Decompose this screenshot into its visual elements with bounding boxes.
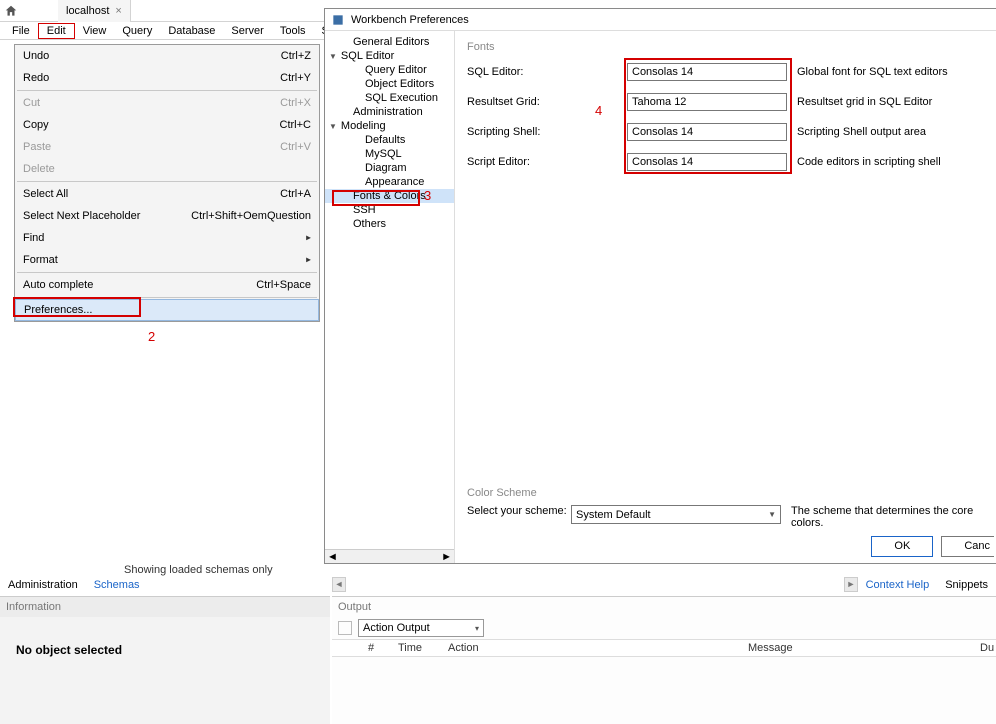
- menu-item-copy[interactable]: CopyCtrl+C: [15, 114, 319, 136]
- col-time: Time: [390, 642, 440, 654]
- output-title: Output: [332, 597, 996, 617]
- font-input[interactable]: [627, 93, 787, 111]
- font-label: Scripting Shell:: [467, 126, 627, 138]
- annotation-4: 4: [595, 103, 602, 118]
- annotation-2: 2: [148, 329, 155, 344]
- font-row: Resultset Grid: Resultset grid in SQL Edi…: [467, 87, 992, 117]
- panel-scroll-left-icon[interactable]: ◄: [332, 577, 346, 592]
- menu-server[interactable]: Server: [223, 24, 271, 38]
- menu-item-select-next-placeholder[interactable]: Select Next PlaceholderCtrl+Shift+OemQue…: [15, 205, 319, 227]
- menu-tools[interactable]: Tools: [272, 24, 314, 38]
- tab-schemas[interactable]: Schemas: [86, 577, 148, 593]
- app-icon: [331, 13, 345, 27]
- font-desc: Global font for SQL text editors: [797, 66, 948, 78]
- tree-item-general-editors[interactable]: General Editors: [325, 35, 454, 49]
- color-scheme-desc: The scheme that determines the core colo…: [791, 505, 981, 529]
- preferences-dialog: Workbench Preferences General EditorsSQL…: [324, 8, 996, 564]
- font-label: SQL Editor:: [467, 66, 627, 78]
- preferences-tree[interactable]: General EditorsSQL EditorQuery EditorObj…: [325, 31, 455, 563]
- font-input[interactable]: [627, 63, 787, 81]
- tree-item-defaults[interactable]: Defaults: [325, 133, 454, 147]
- edit-dropdown-menu: UndoCtrl+ZRedoCtrl+YCutCtrl+XCopyCtrl+CP…: [14, 44, 320, 322]
- tree-item-query-editor[interactable]: Query Editor: [325, 63, 454, 77]
- tree-item-administration[interactable]: Administration: [325, 105, 454, 119]
- tree-item-diagram[interactable]: Diagram: [325, 161, 454, 175]
- tree-item-modeling[interactable]: Modeling: [325, 119, 454, 133]
- output-type-value: Action Output: [363, 622, 430, 634]
- panel-scroll-right-icon[interactable]: ►: [844, 577, 858, 592]
- font-input[interactable]: [627, 153, 787, 171]
- tree-item-appearance[interactable]: Appearance: [325, 175, 454, 189]
- col-index: #: [360, 642, 390, 654]
- tree-item-sql-execution[interactable]: SQL Execution: [325, 91, 454, 105]
- font-input[interactable]: [627, 123, 787, 141]
- tree-item-fonts-colors[interactable]: Fonts & Colors: [325, 189, 454, 203]
- menu-item-cut[interactable]: CutCtrl+X: [15, 92, 319, 114]
- information-title: Information: [0, 597, 330, 617]
- menu-item-format[interactable]: Format: [15, 249, 319, 271]
- color-scheme-prompt: Select your scheme:: [467, 505, 571, 517]
- col-action: Action: [440, 642, 740, 654]
- menu-item-delete[interactable]: Delete: [15, 158, 319, 180]
- menu-view[interactable]: View: [75, 24, 115, 38]
- tree-item-others[interactable]: Others: [325, 217, 454, 231]
- menu-database[interactable]: Database: [160, 24, 223, 38]
- annotation-3: 3: [424, 188, 431, 203]
- tab-administration[interactable]: Administration: [0, 577, 86, 593]
- tree-item-ssh[interactable]: SSH: [325, 203, 454, 217]
- information-panel: Information No object selected: [0, 596, 330, 724]
- chevron-down-icon: ▼: [768, 510, 776, 519]
- color-scheme-select[interactable]: System Default ▼: [571, 505, 781, 524]
- menu-edit[interactable]: Edit: [38, 23, 75, 39]
- menu-item-undo[interactable]: UndoCtrl+Z: [15, 45, 319, 67]
- preferences-right-pane: Fonts SQL Editor: Global font for SQL tex…: [455, 31, 996, 563]
- tree-item-mysql[interactable]: MySQL: [325, 147, 454, 161]
- tree-item-sql-editor[interactable]: SQL Editor: [325, 49, 454, 63]
- home-icon[interactable]: [0, 0, 22, 22]
- close-icon[interactable]: ×: [115, 5, 121, 17]
- menu-item-redo[interactable]: RedoCtrl+Y: [15, 67, 319, 89]
- col-message: Message: [740, 642, 972, 654]
- left-panel-tabs: Administration Schemas: [0, 577, 148, 593]
- dialog-titlebar: Workbench Preferences: [325, 9, 996, 31]
- cancel-button[interactable]: Canc: [941, 536, 994, 557]
- right-panel-tabs: Context Help Snippets: [858, 577, 996, 593]
- font-row: Script Editor: Code editors in scripting …: [467, 147, 992, 177]
- color-scheme-value: System Default: [576, 509, 651, 521]
- ok-button[interactable]: OK: [871, 536, 933, 557]
- font-desc: Code editors in scripting shell: [797, 156, 941, 168]
- menu-item-find[interactable]: Find: [15, 227, 319, 249]
- font-desc: Scripting Shell output area: [797, 126, 926, 138]
- chevron-down-icon: ▾: [475, 624, 479, 633]
- tab-snippets[interactable]: Snippets: [937, 577, 996, 593]
- tree-item-object-editors[interactable]: Object Editors: [325, 77, 454, 91]
- font-label: Resultset Grid:: [467, 96, 627, 108]
- font-row: Scripting Shell: Scripting Shell output a…: [467, 117, 992, 147]
- tree-horizontal-scrollbar[interactable]: ◄►: [325, 549, 454, 563]
- dialog-title: Workbench Preferences: [351, 14, 469, 26]
- fonts-section-label: Fonts: [467, 41, 992, 53]
- menu-file[interactable]: File: [4, 24, 38, 38]
- connection-tab-label: localhost: [66, 5, 109, 17]
- menu-item-auto-complete[interactable]: Auto completeCtrl+Space: [15, 274, 319, 296]
- output-table-header: # Time Action Message Du: [332, 639, 996, 657]
- font-label: Script Editor:: [467, 156, 627, 168]
- menu-item-select-all[interactable]: Select AllCtrl+A: [15, 183, 319, 205]
- color-scheme-label: Color Scheme: [467, 487, 992, 499]
- tab-context-help[interactable]: Context Help: [858, 577, 938, 593]
- schema-note: Showing loaded schemas only: [124, 564, 273, 576]
- output-panel: Output Action Output ▾ # Time Action Mes…: [332, 596, 996, 724]
- menu-item-paste[interactable]: PasteCtrl+V: [15, 136, 319, 158]
- connection-tab[interactable]: localhost ×: [58, 0, 131, 22]
- menu-query[interactable]: Query: [114, 24, 160, 38]
- lower-panels: Showing loaded schemas only Administrati…: [0, 564, 996, 724]
- menu-item-preferences-[interactable]: Preferences...: [15, 299, 319, 321]
- font-desc: Resultset grid in SQL Editor: [797, 96, 932, 108]
- font-row: SQL Editor: Global font for SQL text edit…: [467, 57, 992, 87]
- output-type-select[interactable]: Action Output ▾: [358, 619, 484, 637]
- information-body: No object selected: [0, 617, 330, 683]
- col-duration: Du: [972, 642, 996, 654]
- output-history-icon[interactable]: [338, 621, 352, 635]
